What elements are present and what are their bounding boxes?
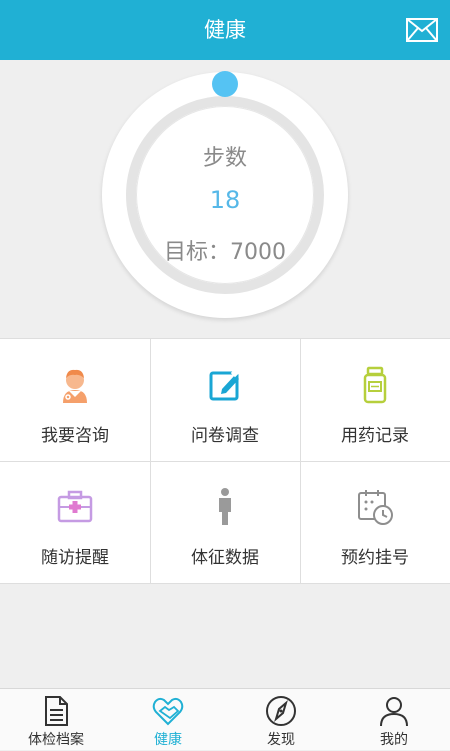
grid-item-label: 预约挂号 (341, 548, 409, 568)
step-progress-ring[interactable]: 步数 18 目标：7000 (0, 60, 450, 338)
doctor-icon (63, 369, 87, 403)
grid-item-appointment[interactable]: 预约挂号 (300, 461, 450, 583)
medical-kit-icon (57, 490, 93, 523)
grid-item-label: 用药记录 (341, 426, 409, 446)
tab-discover[interactable]: 发现 (225, 689, 337, 751)
steps-label: 步数 (202, 146, 247, 171)
grid-item-consult[interactable]: 我要咨询 (0, 339, 150, 461)
calendar-clock-icon (358, 490, 393, 525)
grid-item-label: 随访提醒 (41, 548, 109, 568)
tab-label: 发现 (267, 732, 295, 748)
function-grid: 我要咨询 问卷调查 用药记录 随访提醒 体征数据 预约挂号 (0, 338, 450, 584)
grid-item-label: 问卷调查 (191, 426, 259, 446)
medicine-bottle-icon (363, 366, 387, 404)
tab-label: 我的 (380, 732, 408, 748)
tab-health-records[interactable]: 体检档案 (0, 689, 112, 751)
page-title: 健康 (204, 18, 246, 42)
grid-item-followup[interactable]: 随访提醒 (0, 461, 150, 583)
user-icon (380, 697, 408, 727)
edit-icon (209, 368, 240, 401)
person-icon (219, 488, 231, 525)
grid-item-survey[interactable]: 问卷调查 (150, 339, 300, 461)
grid-item-medication[interactable]: 用药记录 (300, 339, 450, 461)
heart-handshake-icon (152, 697, 184, 726)
grid-item-label: 我要咨询 (41, 426, 109, 446)
grid-item-label: 体征数据 (191, 548, 259, 568)
compass-icon (266, 696, 296, 726)
steps-value: 18 (209, 186, 241, 214)
document-icon (45, 696, 68, 726)
tab-health[interactable]: 健康 (112, 689, 224, 751)
bottom-tab-bar: 体检档案 健康 发现 我的 (0, 688, 450, 750)
steps-goal: 目标：7000 (164, 240, 286, 265)
tab-label: 体检档案 (28, 732, 84, 748)
progress-dot (212, 71, 238, 97)
tab-mine[interactable]: 我的 (338, 689, 450, 751)
top-header: 健康 (0, 0, 450, 60)
mail-icon[interactable] (406, 18, 438, 42)
tab-label: 健康 (154, 732, 182, 748)
grid-item-vital-signs[interactable]: 体征数据 (150, 461, 300, 583)
